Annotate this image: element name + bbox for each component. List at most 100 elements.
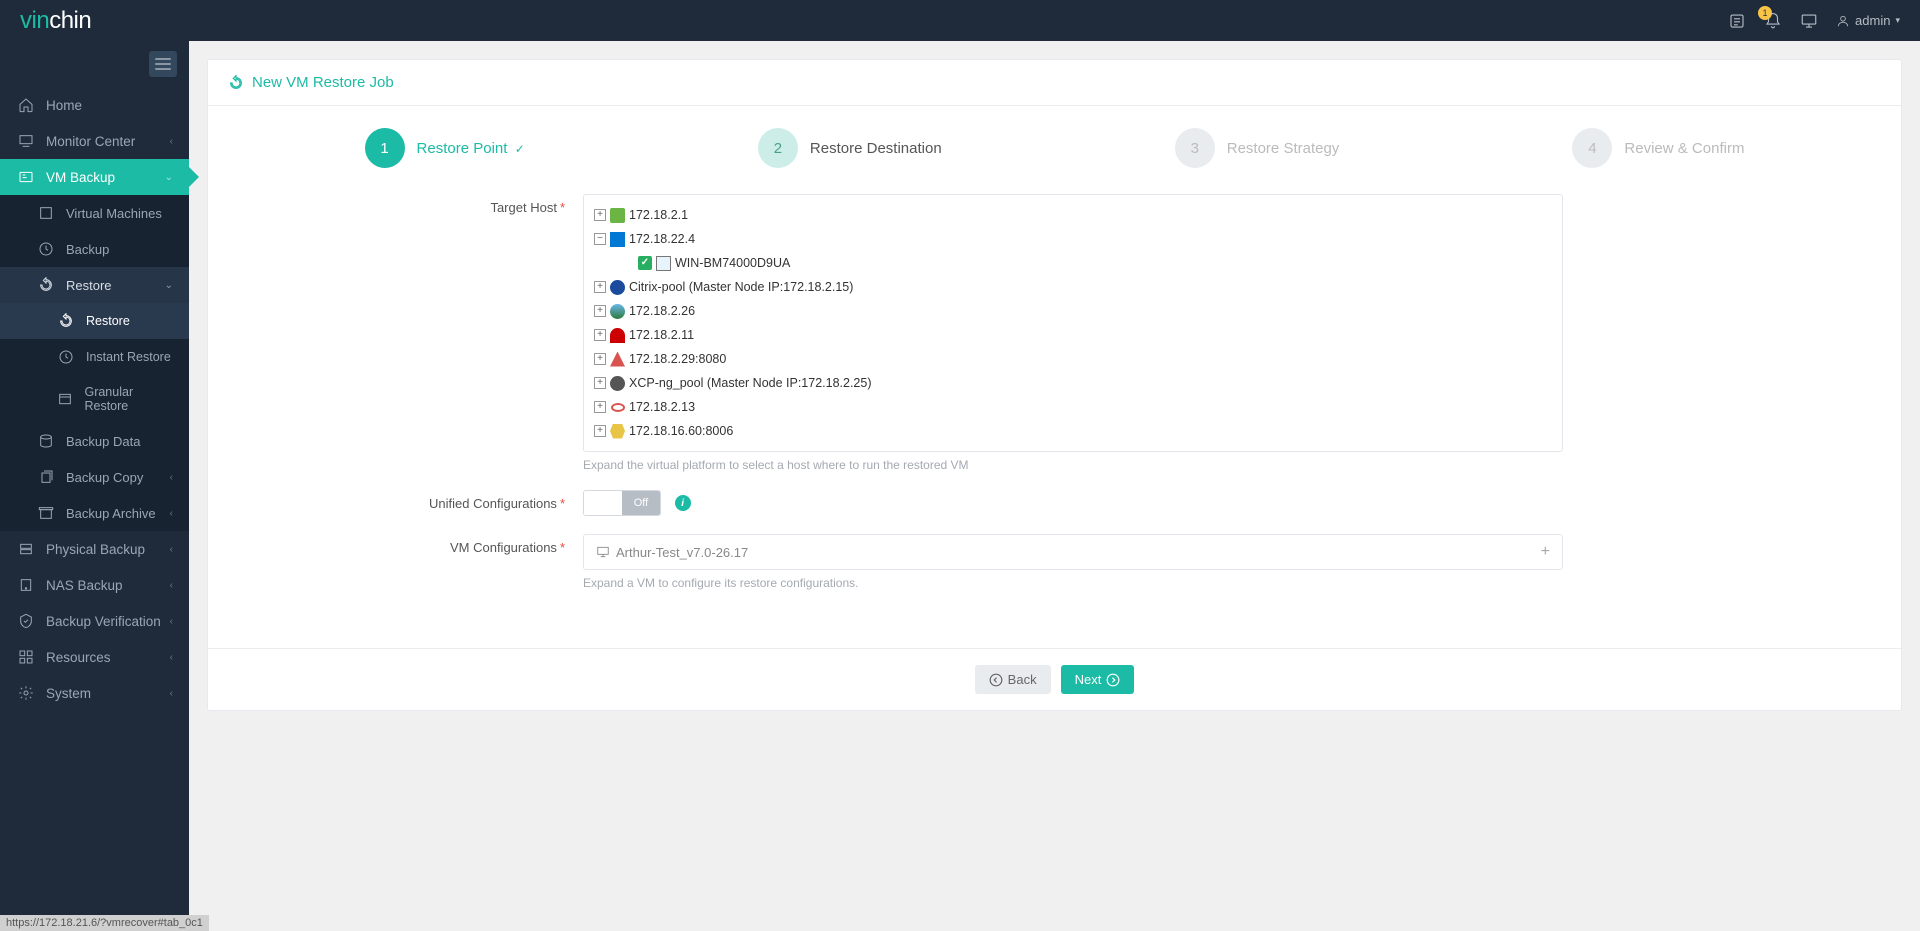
chevron-down-icon: ▾	[1895, 15, 1900, 26]
sidebar-item-restore[interactable]: Restore ⌄	[0, 267, 189, 303]
nav-label: Instant Restore	[86, 350, 171, 364]
sidebar-item-vm-backup[interactable]: VM Backup ⌄	[0, 159, 189, 195]
sidebar-item-virtual-machines[interactable]: Virtual Machines	[0, 195, 189, 231]
notification-bell-icon[interactable]: 1	[1764, 12, 1782, 30]
top-bar: vinchin 1 admin ▾	[0, 0, 1920, 41]
tree-node[interactable]: +172.18.2.29:8080	[594, 347, 1552, 371]
vmware-icon	[610, 208, 625, 223]
step-2: 2 Restore Destination	[758, 128, 942, 168]
back-button[interactable]: Back	[975, 665, 1051, 694]
windows-icon	[610, 232, 625, 247]
restore-icon	[36, 277, 56, 293]
tree-label: WIN-BM74000D9UA	[675, 253, 790, 273]
expand-plus-icon[interactable]: +	[1541, 543, 1550, 561]
expand-icon[interactable]: +	[594, 401, 606, 413]
nav-label: System	[46, 686, 91, 701]
xen-icon	[610, 424, 625, 439]
step-3: 3 Restore Strategy	[1175, 128, 1340, 168]
tree-label: 172.18.2.26	[629, 301, 695, 321]
restore-submenu: Restore Instant Restore Granular Restore	[0, 303, 189, 423]
server-icon	[656, 256, 671, 271]
sidebar-item-restore-sub[interactable]: Restore	[0, 303, 189, 339]
expand-icon[interactable]: +	[594, 281, 606, 293]
sidebar-item-nas-backup[interactable]: NAS Backup ‹	[0, 567, 189, 603]
vm-config-label: VM Configurations*	[248, 534, 583, 590]
chevron-left-icon: ‹	[170, 544, 173, 555]
chevron-left-icon: ‹	[170, 136, 173, 147]
sidebar-item-backup[interactable]: Backup	[0, 231, 189, 267]
brand-part1: vin	[20, 7, 49, 34]
toggle-on	[584, 491, 622, 515]
checked-icon[interactable]	[638, 256, 652, 270]
expand-icon[interactable]: +	[594, 425, 606, 437]
user-menu[interactable]: admin ▾	[1836, 13, 1900, 28]
panel-footer: Back Next	[208, 648, 1901, 710]
chevron-down-icon: ⌄	[165, 172, 173, 183]
expand-icon[interactable]: +	[594, 329, 606, 341]
unified-config-label: Unified Configurations*	[248, 490, 583, 516]
sidebar-item-backup-archive[interactable]: Backup Archive ‹	[0, 495, 189, 531]
nav-label: Backup Data	[66, 434, 140, 449]
sidebar-item-resources[interactable]: Resources ‹	[0, 639, 189, 675]
expand-icon[interactable]: +	[594, 353, 606, 365]
nav-label: Backup Copy	[66, 470, 143, 485]
tree-label: 172.18.2.13	[629, 397, 695, 417]
expand-icon[interactable]: +	[594, 305, 606, 317]
vm-config-box[interactable]: Arthur-Test_v7.0-26.17 +	[583, 534, 1563, 570]
sidebar-item-physical-backup[interactable]: Physical Backup ‹	[0, 531, 189, 567]
page-title: New VM Restore Job	[252, 74, 394, 91]
step-number: 3	[1175, 128, 1215, 168]
expand-icon[interactable]: +	[594, 377, 606, 389]
tree-node[interactable]: +172.18.2.11	[594, 323, 1552, 347]
restore-sub-icon	[56, 313, 76, 329]
collapse-icon[interactable]: −	[594, 233, 606, 245]
log-icon[interactable]	[1728, 12, 1746, 30]
verification-icon	[16, 613, 36, 629]
check-icon: ✓	[511, 142, 524, 156]
tree-node-child[interactable]: WIN-BM74000D9UA	[594, 251, 1552, 275]
step-4: 4 Review & Confirm	[1572, 128, 1744, 168]
brand-part2: chin	[49, 7, 91, 34]
tree-node[interactable]: +172.18.16.60:8006	[594, 419, 1552, 443]
target-host-row: Target Host* +172.18.2.1 −172.18.22.4 WI…	[248, 194, 1861, 472]
sidebar-item-backup-verification[interactable]: Backup Verification ‹	[0, 603, 189, 639]
sidebar-item-granular-restore[interactable]: Granular Restore	[0, 375, 189, 423]
form-area: Target Host* +172.18.2.1 −172.18.22.4 WI…	[208, 178, 1901, 648]
tree-node[interactable]: +172.18.2.26	[594, 299, 1552, 323]
expand-icon[interactable]: +	[594, 209, 606, 221]
arrow-right-icon	[1106, 673, 1120, 687]
chevron-left-icon: ‹	[170, 580, 173, 591]
sidebar-item-home[interactable]: Home	[0, 87, 189, 123]
tree-label: XCP-ng_pool (Master Node IP:172.18.2.25)	[629, 373, 872, 393]
info-icon[interactable]: i	[675, 495, 691, 511]
tree-node[interactable]: −172.18.22.4	[594, 227, 1552, 251]
sidebar-toggle[interactable]	[149, 51, 177, 77]
tree-node[interactable]: +172.18.2.13	[594, 395, 1552, 419]
monitor-icon[interactable]	[1800, 12, 1818, 30]
nav-label: Restore	[86, 314, 130, 328]
sidebar-item-backup-copy[interactable]: Backup Copy ‹	[0, 459, 189, 495]
tree-node[interactable]: + XCP-ng_pool (Master Node IP:172.18.2.25…	[594, 371, 1552, 395]
user-icon	[1836, 14, 1850, 28]
warning-triangle-icon	[610, 352, 625, 367]
sidebar-item-backup-data[interactable]: Backup Data	[0, 423, 189, 459]
step-number: 2	[758, 128, 798, 168]
citrix-icon	[610, 280, 625, 295]
sidebar-item-monitor[interactable]: Monitor Center ‹	[0, 123, 189, 159]
step-label: Restore Point ✓	[417, 140, 525, 157]
physical-backup-icon	[16, 541, 36, 557]
nav-label: Backup	[66, 242, 109, 257]
next-button[interactable]: Next	[1061, 665, 1135, 694]
chevron-left-icon: ‹	[170, 652, 173, 663]
vm-backup-submenu: Virtual Machines Backup Restore ⌄ Restor…	[0, 195, 189, 531]
next-label: Next	[1075, 672, 1102, 687]
sidebar-item-system[interactable]: System ‹	[0, 675, 189, 711]
step-1[interactable]: 1 Restore Point ✓	[365, 128, 525, 168]
vm-icon	[36, 205, 56, 221]
tree-node[interactable]: +172.18.2.1	[594, 203, 1552, 227]
sidebar-item-instant-restore[interactable]: Instant Restore	[0, 339, 189, 375]
globe-icon	[610, 304, 625, 319]
tree-node[interactable]: +Citrix-pool (Master Node IP:172.18.2.15…	[594, 275, 1552, 299]
nav-label: Virtual Machines	[66, 206, 162, 221]
unified-toggle[interactable]: Off	[583, 490, 661, 516]
